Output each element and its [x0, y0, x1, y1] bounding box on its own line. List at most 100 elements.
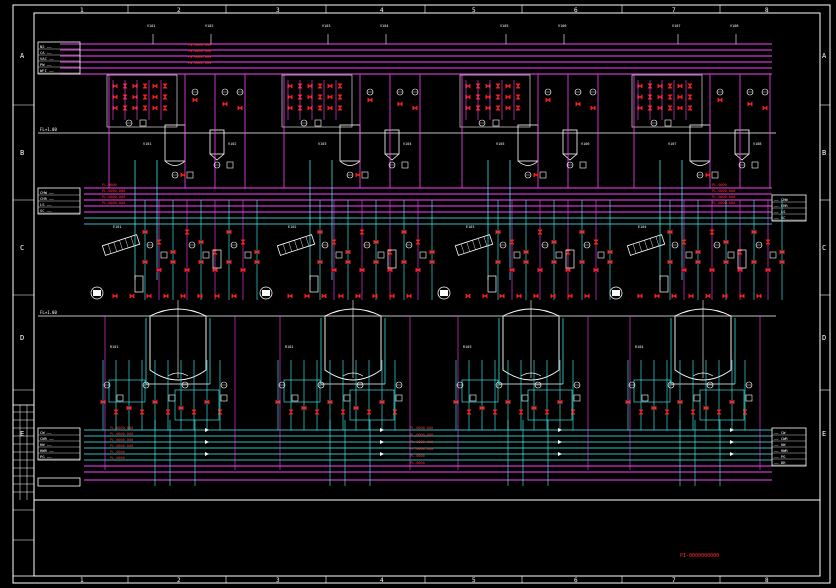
heat-exchanger-label: E103 — [466, 225, 474, 229]
legend-entry: VAC —— — [40, 56, 54, 61]
reactor-label: R104 — [635, 345, 643, 349]
filter-vessel-label: V106 — [581, 142, 589, 146]
column-label-top: 2 — [177, 7, 181, 14]
legend-entry: —— SC — [774, 215, 785, 220]
legend-entry: —— CHR — [774, 203, 788, 208]
legend-entry: —— CW — [774, 430, 786, 435]
top-vessel-label: V101 — [143, 142, 151, 146]
row-label-left: C — [20, 244, 24, 252]
legend-entry: —— CWR — [774, 436, 788, 441]
top-vessel-tag: V103 — [322, 24, 330, 28]
column-label-bottom: 2 — [177, 577, 181, 584]
column-label-bottom: 3 — [276, 577, 280, 584]
header-line-tag: PN-0000-000 — [188, 55, 211, 59]
legend-entry: —— HW — [774, 442, 786, 447]
legend-entry: CWR —— — [40, 436, 54, 441]
utility-tag: PL-0000 — [110, 450, 125, 454]
filter-vessel-label: V102 — [228, 142, 236, 146]
manifold-tag-right: PL-0000-000 — [712, 189, 735, 193]
utility-tag-mid: PL-0000-000 — [410, 447, 433, 451]
filter-vessel-label: V108 — [753, 142, 761, 146]
header-line-tag: PN-0000-000 — [188, 43, 211, 47]
utility-tag-mid: PL-0000-000 — [410, 433, 433, 437]
row-label-right: E — [822, 430, 826, 438]
pump-body — [612, 290, 620, 296]
manifold-tag-right: PL-0000-000 — [712, 195, 735, 199]
utility-tag-mid: PL-0000 — [410, 454, 425, 458]
manifold-tag-right: PL-0000-000 — [712, 201, 735, 205]
column-label-bottom: 1 — [80, 577, 84, 584]
level-label-middle: FL+1.00 — [40, 310, 57, 315]
row-label-right: D — [822, 334, 826, 342]
top-vessel-tag: V101 — [147, 24, 155, 28]
row-label-left: E — [20, 430, 24, 438]
top-vessel-tag: V108 — [730, 24, 738, 28]
utility-tag: PL-0000-000 — [110, 432, 133, 436]
heat-exchanger-label: E101 — [113, 225, 121, 229]
level-label-top: FL+1.00 — [40, 127, 57, 132]
row-label-left: B — [20, 149, 24, 157]
legend-entry: HW —— — [40, 442, 52, 447]
top-vessel-tag: V106 — [558, 24, 566, 28]
legend-entry: CHR —— — [40, 196, 54, 201]
header-line-tag: PN-0000-000 — [188, 61, 211, 65]
top-vessel-tag: V104 — [380, 24, 388, 28]
utility-tag-mid: PL-0000-000 — [410, 426, 433, 430]
row-label-right: C — [822, 244, 826, 252]
legend-entry: —— HWR — [774, 448, 788, 453]
column-label-top: 4 — [380, 7, 384, 14]
column-label-bottom: 8 — [765, 577, 769, 584]
top-vessel-label: V107 — [668, 142, 676, 146]
drawing-number-label: PI-0000000000 — [680, 553, 719, 559]
legend-entry: —— CHW — [774, 197, 788, 202]
row-label-left: D — [20, 334, 24, 342]
top-vessel-label: V103 — [318, 142, 326, 146]
top-vessel-tag: V105 — [500, 24, 508, 28]
top-vessel-tag: V102 — [205, 24, 213, 28]
reactor-label: R101 — [110, 345, 118, 349]
legend-entry: —— DR — [774, 460, 786, 465]
column-label-top: 6 — [574, 7, 578, 14]
manifold-tag: PL-0000-000 — [102, 189, 125, 193]
pid-drawing: 12345678 12345678 ABCDE ABCDE FL+1.00 FL… — [0, 0, 836, 588]
column-label-bottom: 6 — [574, 577, 578, 584]
filter-vessel-label: V104 — [403, 142, 411, 146]
legend-entry: CA —— — [40, 50, 52, 55]
utility-tag: PL-0000 — [110, 456, 125, 460]
pump-body — [262, 290, 270, 296]
column-label-top: 1 — [80, 7, 84, 14]
utility-tag: PL-0000-000 — [110, 426, 133, 430]
heat-exchanger-label: E104 — [638, 225, 646, 229]
legend-entry: HWR —— — [40, 448, 54, 453]
header-line-tag: PN-0000-000 — [188, 49, 211, 53]
manifold-tag-right: PL-0000 — [712, 183, 727, 187]
legend-entry: CHW —— — [40, 190, 54, 195]
legend-entry: LS —— — [40, 202, 52, 207]
heat-exchanger-label: E102 — [288, 225, 296, 229]
manifold-tag: PL-0000-000 — [102, 195, 125, 199]
column-label-bottom: 5 — [472, 577, 476, 584]
reactor-label: R102 — [285, 345, 293, 349]
pump-body — [93, 290, 101, 296]
utility-tag-mid: PL-0000-000 — [410, 440, 433, 444]
legend-entry: PG —— — [40, 454, 52, 459]
top-vessel-label: V105 — [496, 142, 504, 146]
column-label-top: 7 — [672, 7, 676, 14]
top-vessel-tag: V107 — [672, 24, 680, 28]
column-label-top: 3 — [276, 7, 280, 14]
row-label-right: B — [822, 149, 826, 157]
legend-entry: PW —— — [40, 62, 52, 67]
legend-entry: N2 —— — [40, 44, 52, 49]
pump-body — [440, 290, 448, 296]
utility-tag-mid: PL-0000 — [410, 461, 425, 465]
legend-entry: CW —— — [40, 430, 52, 435]
legend-entry: WFI —— — [40, 68, 54, 73]
legend-entry: SC —— — [40, 208, 52, 213]
column-label-bottom: 4 — [380, 577, 384, 584]
legend-entry: —— PG — [774, 454, 786, 459]
column-label-top: 5 — [472, 7, 476, 14]
column-label-bottom: 7 — [672, 577, 676, 584]
utility-tag: PL-0000-000 — [110, 438, 133, 442]
column-label-top: 8 — [765, 7, 769, 14]
manifold-tag: PL-0000-000 — [102, 201, 125, 205]
